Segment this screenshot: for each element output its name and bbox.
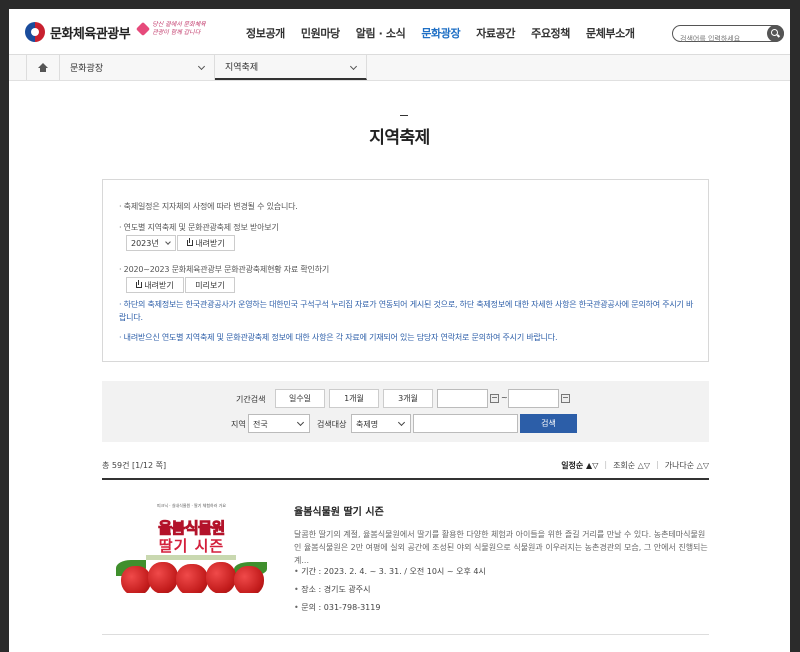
site-header: 문화체육관광부 당신 곁에서 문화체육 관광이 함께 갑니다 정보공개 민원마당… [9, 9, 790, 55]
divider [102, 634, 709, 635]
calendar-icon[interactable] [490, 394, 499, 403]
start-date-input[interactable] [437, 389, 488, 408]
nav-policies[interactable]: 주요정책 [531, 25, 570, 41]
search-icon[interactable] [767, 25, 784, 42]
breadcrumb-level2-label: 지역축제 [225, 63, 259, 73]
strawberry-graphic [206, 562, 236, 593]
info-box: · 축제일정은 지자체의 사정에 따라 변경될 수 있습니다. · 연도별 지역… [102, 179, 709, 362]
breadcrumb: 문화광장 지역축제 [9, 55, 790, 81]
info-note: · 2020~2023 문화체육관광부 문화관광축제현황 자료 확인하기 [119, 265, 330, 274]
festival-description: 달콤한 딸기의 계절, 율봄식물원에서 딸기를 활용한 다양한 체험과 아이들을… [294, 530, 708, 565]
result-count: 총 59건 [1/12 쪽] [102, 461, 167, 470]
nav-resources[interactable]: 자료공간 [476, 25, 515, 41]
info-notice: · 하단의 축제정보는 한국관광공사가 운영하는 대한민국 구석구석 누리집 자… [119, 300, 694, 322]
header-search [672, 25, 784, 47]
sort-by-views[interactable]: 조회순 △▽ [613, 460, 650, 471]
nav-culture-plaza[interactable]: 문화광장 [421, 25, 460, 41]
breadcrumb-select-level1[interactable]: 문화광장 [60, 55, 215, 80]
keyword-input[interactable] [413, 414, 518, 433]
search-target-label: 검색대상 [317, 420, 347, 429]
festival-title[interactable]: 율봄식물원 딸기 시즌 [294, 503, 384, 518]
info-note: · 축제일정은 지자체의 사정에 따라 변경될 수 있습니다. [119, 202, 298, 211]
divider [102, 478, 709, 480]
heart-icon [136, 21, 151, 37]
main-nav: 정보공개 민원마당 알림 · 소식 문화광장 자료공간 주요정책 문체부소개 [246, 25, 651, 41]
search-target-select[interactable]: 축제명 [351, 414, 411, 433]
chevron-down-icon [397, 418, 406, 427]
search-target-value: 축제명 [356, 420, 379, 429]
download-label: 내려받기 [144, 280, 174, 290]
period-label: 기간검색 [236, 395, 266, 404]
logo-text: 문화체육관광부 [50, 26, 131, 42]
search-filter-panel: 기간검색 일수일 1개월 3개월 ~ 지역 전국 검색대상 축제명 검색 [102, 381, 709, 442]
date-range-separator: ~ [501, 393, 508, 402]
download-icon [136, 280, 143, 288]
title-decoration [400, 115, 408, 116]
strawberry-graphic [176, 564, 208, 593]
sort-options: 일정순 ▲▽ | 조회순 △▽ | 가나다순 △▽ [555, 460, 709, 471]
header-search-input[interactable] [680, 31, 768, 47]
end-date-input[interactable] [508, 389, 559, 408]
period-3month-button[interactable]: 3개월 [383, 389, 433, 408]
slogan-text: 당신 곁에서 문화체육 관광이 함께 갑니다 [152, 21, 206, 36]
download-label: 내려받기 [195, 238, 225, 248]
region-select[interactable]: 전국 [248, 414, 310, 433]
home-button[interactable] [26, 55, 60, 80]
festival-contact: 문의 : 031-798-3119 [294, 602, 380, 613]
strawberry-graphic [148, 562, 178, 593]
sort-separator: | [656, 460, 659, 469]
info-note: · 연도별 지역축제 및 문화관광축제 정보 받아보기 [119, 223, 279, 232]
period-1week-button[interactable]: 일수일 [275, 389, 325, 408]
site-logo[interactable]: 문화체육관광부 당신 곁에서 문화체육 관광이 함께 갑니다 [25, 21, 208, 43]
year-select-value: 2023년 [131, 239, 159, 248]
download-icon [187, 238, 194, 246]
page-title: 지역축제 [369, 128, 430, 148]
calendar-icon[interactable] [561, 394, 570, 403]
year-select[interactable]: 2023년 [126, 235, 176, 251]
breadcrumb-select-level2[interactable]: 지역축제 [215, 55, 367, 80]
strawberry-graphic [234, 566, 264, 593]
period-1month-button[interactable]: 1개월 [329, 389, 379, 408]
browser-viewport: 문화체육관광부 당신 곁에서 문화체육 관광이 함께 갑니다 정보공개 민원마당… [9, 9, 790, 652]
sort-by-date[interactable]: 일정순 ▲▽ [561, 460, 598, 471]
region-label: 지역 [231, 420, 246, 429]
thumbnail-caption: 피크닉 · 실내식물원 · 딸기 체험하러 가요 [156, 503, 227, 508]
download-button[interactable]: 내려받기 [177, 235, 235, 251]
nav-news[interactable]: 알림 · 소식 [356, 25, 406, 41]
search-button[interactable]: 검색 [520, 414, 577, 433]
preview-button[interactable]: 미리보기 [185, 277, 235, 293]
nav-civil-service[interactable]: 민원마당 [301, 25, 340, 41]
download-button-2[interactable]: 내려받기 [126, 277, 184, 293]
sort-by-name[interactable]: 가나다순 △▽ [665, 460, 709, 471]
chevron-down-icon [296, 418, 305, 427]
chevron-down-icon [165, 239, 171, 245]
nav-about[interactable]: 문체부소개 [586, 25, 635, 41]
festival-place: 장소 : 경기도 광주시 [294, 584, 370, 595]
nav-info-disclosure[interactable]: 정보공개 [246, 25, 285, 41]
chevron-down-icon [349, 62, 358, 71]
festival-thumbnail[interactable]: 피크닉 · 실내식물원 · 딸기 체험하러 가요 율봄식물원 딸기 시즌 [116, 500, 267, 593]
strawberry-graphic [121, 566, 151, 593]
slogan-graphic: 당신 곁에서 문화체육 관광이 함께 갑니다 [136, 21, 208, 43]
breadcrumb-level1-label: 문화광장 [70, 64, 104, 74]
sort-separator: | [604, 460, 608, 469]
info-notice: · 내려받으신 연도별 지역축제 및 문화관광축제 정보에 대한 사항은 각 자… [119, 333, 558, 342]
region-select-value: 전국 [253, 420, 268, 429]
thumbnail-info-bar [146, 555, 236, 560]
thumbnail-title-line2: 딸기 시즌 [158, 537, 225, 555]
preview-label: 미리보기 [195, 280, 225, 290]
chevron-down-icon [197, 62, 206, 71]
taegeuk-logo-icon [25, 22, 45, 42]
home-icon [38, 63, 48, 72]
festival-period: 기간 : 2023. 2. 4. ~ 3. 31. / 오전 10시 ~ 오후 … [294, 566, 486, 577]
